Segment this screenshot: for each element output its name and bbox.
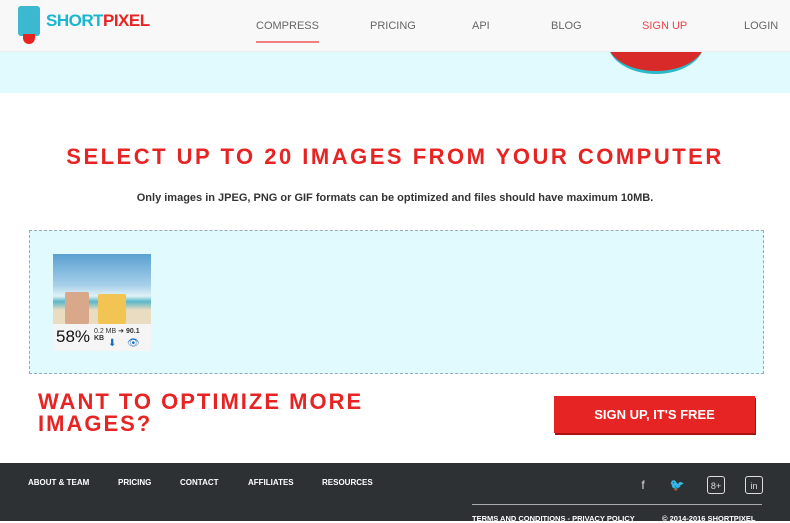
google-plus-icon[interactable]: 8+ [707,476,725,494]
sign-up-free-button[interactable]: SIGN UP, IT'S FREE [554,396,755,433]
footer-about[interactable]: ABOUT & TEAM [28,478,89,487]
nav-login[interactable]: LOGIN [744,20,778,32]
header: SHORTPIXEL COMPRESS PRICING API BLOG SIG… [0,0,790,52]
footer: ABOUT & TEAM PRICING CONTACT AFFILIATES … [0,463,790,523]
optimize-more-heading: WANT TO OPTIMIZE MORE IMAGES? [38,389,364,436]
footer-affiliates[interactable]: AFFILIATES [248,478,294,487]
logo[interactable]: SHORTPIXEL [18,6,150,44]
facebook-icon[interactable]: f [634,476,652,494]
robot-logo-icon [18,6,40,44]
decorative-ball [608,52,704,74]
twitter-icon[interactable]: 🐦 [668,476,686,494]
compression-percent: 58% [56,327,91,346]
image-thumbnail [53,254,151,324]
nav-compress[interactable]: COMPRESS [256,20,319,43]
upload-dropzone[interactable]: 58% 0.2 MB ➜ 90.1 KB ⬇ 👁 [29,230,764,374]
format-info: Only images in JPEG, PNG or GIF formats … [136,192,654,204]
footer-contact[interactable]: CONTACT [180,478,219,487]
linkedin-icon[interactable]: in [745,476,763,494]
eye-icon[interactable]: 👁 [127,338,140,349]
original-size: 0.2 MB [94,328,117,335]
nav-pricing[interactable]: PRICING [370,20,416,32]
image-result-card: 58% 0.2 MB ➜ 90.1 KB ⬇ 👁 [53,254,151,351]
arrow-icon: ➜ [118,328,125,335]
nav-blog[interactable]: BLOG [551,20,582,32]
hero-banner [0,52,790,93]
download-icon[interactable]: ⬇ [108,338,116,349]
page-title: SELECT UP TO 20 IMAGES FROM YOUR COMPUTE… [66,144,724,169]
terms-privacy-link[interactable]: TERMS AND CONDITIONS - PRIVACY POLICY [472,514,635,523]
footer-divider [472,504,762,505]
logo-text-short: SHORT [46,11,104,30]
nav-sign-up[interactable]: SIGN UP [642,20,687,32]
nav-api[interactable]: API [472,20,490,32]
logo-text-pixel: PIXEL [103,11,150,30]
footer-resources[interactable]: RESOURCES [322,478,373,487]
footer-pricing[interactable]: PRICING [118,478,151,487]
copyright: © 2014-2016 SHORTPIXEL [662,514,756,523]
